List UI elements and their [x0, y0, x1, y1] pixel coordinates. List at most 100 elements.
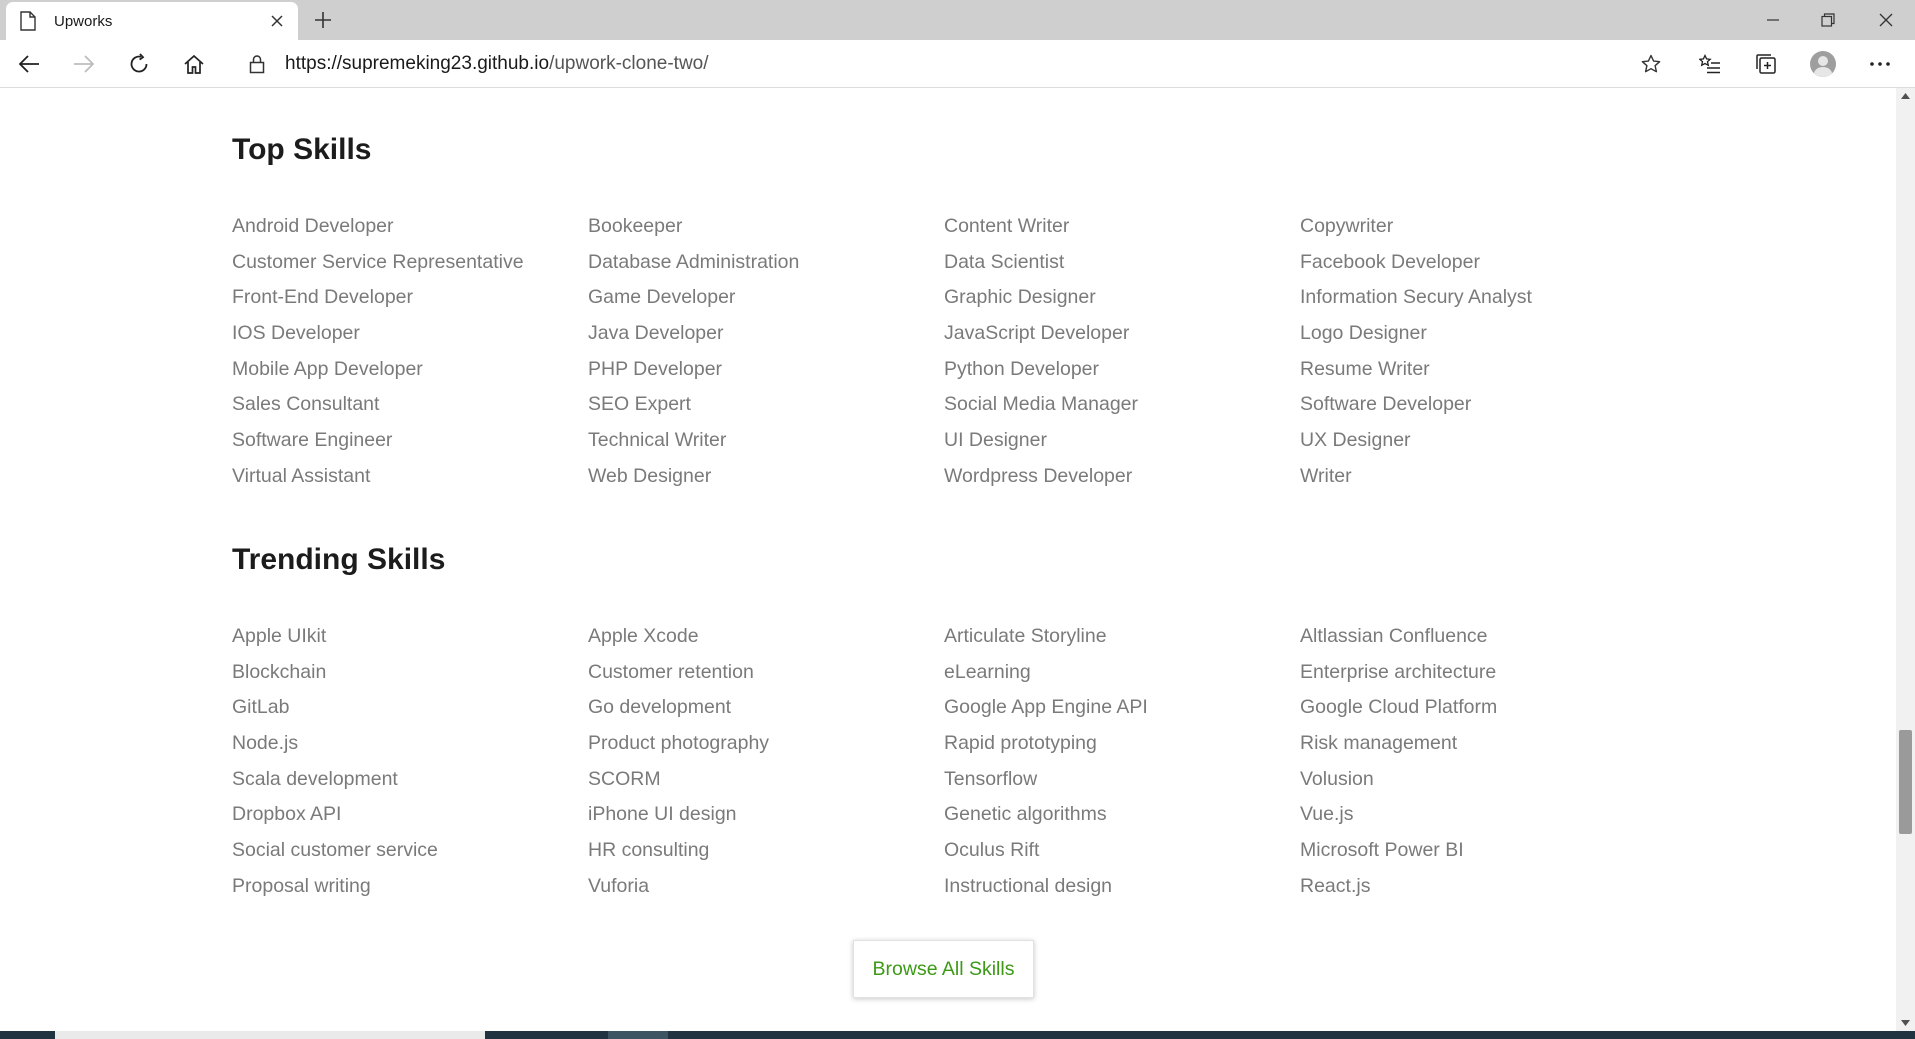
scroll-down-arrow-icon[interactable]: [1896, 1015, 1915, 1031]
skill-link[interactable]: Enterprise architecture: [1300, 661, 1662, 697]
skill-link[interactable]: Wordpress Developer: [944, 465, 1300, 501]
scrollbar-thumb[interactable]: [1899, 730, 1912, 834]
browser-toolbar: https://supremeking23.github.io/upwork-c…: [0, 40, 1915, 88]
skill-link[interactable]: Technical Writer: [588, 429, 944, 465]
skill-link[interactable]: Content Writer: [944, 215, 1300, 251]
skill-link[interactable]: Risk management: [1300, 732, 1662, 768]
profile-icon[interactable]: [1805, 48, 1841, 80]
taskbar-search-box[interactable]: [55, 1031, 485, 1039]
trending-skills-grid: Apple UIkit Apple Xcode Articulate Story…: [232, 625, 1662, 911]
favorites-list-icon[interactable]: [1692, 48, 1728, 80]
minimize-icon[interactable]: [1745, 0, 1800, 40]
skill-link[interactable]: Facebook Developer: [1300, 251, 1662, 287]
skill-link[interactable]: Scala development: [232, 768, 588, 804]
skill-link[interactable]: Proposal writing: [232, 875, 588, 911]
url-path: /upwork-clone-two/: [549, 53, 709, 74]
skill-link[interactable]: Vue.js: [1300, 803, 1662, 839]
skill-link[interactable]: Customer Service Representative: [232, 251, 588, 287]
skill-link[interactable]: Logo Designer: [1300, 322, 1662, 358]
skill-link[interactable]: Microsoft Power BI: [1300, 839, 1662, 875]
restore-icon[interactable]: [1800, 0, 1855, 40]
skill-link[interactable]: Apple UIkit: [232, 625, 588, 661]
skill-link[interactable]: Rapid prototyping: [944, 732, 1300, 768]
address-bar[interactable]: https://supremeking23.github.io/upwork-c…: [231, 45, 1675, 83]
forward-icon[interactable]: [67, 48, 101, 80]
skill-link[interactable]: UX Designer: [1300, 429, 1662, 465]
skill-link[interactable]: Graphic Designer: [944, 286, 1300, 322]
skill-link[interactable]: Oculus Rift: [944, 839, 1300, 875]
skill-link[interactable]: Front-End Developer: [232, 286, 588, 322]
skill-link[interactable]: Software Developer: [1300, 393, 1662, 429]
skill-link[interactable]: Genetic algorithms: [944, 803, 1300, 839]
skill-link[interactable]: Tensorflow: [944, 768, 1300, 804]
url-host: https://supremeking23.github.io: [285, 53, 550, 74]
skill-link[interactable]: Copywriter: [1300, 215, 1662, 251]
skill-link[interactable]: Database Administration: [588, 251, 944, 287]
skill-link[interactable]: Go development: [588, 696, 944, 732]
skill-link[interactable]: Articulate Storyline: [944, 625, 1300, 661]
skill-link[interactable]: Sales Consultant: [232, 393, 588, 429]
home-icon[interactable]: [177, 48, 211, 80]
skill-link[interactable]: Instructional design: [944, 875, 1300, 911]
skill-link[interactable]: Web Designer: [588, 465, 944, 501]
top-skills-heading: Top Skills: [232, 133, 372, 166]
close-tab-icon[interactable]: [266, 10, 288, 32]
skill-link[interactable]: React.js: [1300, 875, 1662, 911]
close-window-icon[interactable]: [1858, 0, 1913, 40]
trending-skills-heading: Trending Skills: [232, 543, 446, 576]
skill-link[interactable]: Blockchain: [232, 661, 588, 697]
skill-link[interactable]: Google Cloud Platform: [1300, 696, 1662, 732]
page-scrollbar[interactable]: [1896, 88, 1915, 1031]
skill-link[interactable]: IOS Developer: [232, 322, 588, 358]
more-menu-icon[interactable]: [1862, 48, 1898, 80]
skill-link[interactable]: Google App Engine API: [944, 696, 1300, 732]
tab-title: Upworks: [54, 12, 113, 30]
skill-link[interactable]: Volusion: [1300, 768, 1662, 804]
skill-link[interactable]: Apple Xcode: [588, 625, 944, 661]
skill-link[interactable]: eLearning: [944, 661, 1300, 697]
lock-icon: [249, 53, 269, 75]
skill-link[interactable]: SCORM: [588, 768, 944, 804]
skill-link[interactable]: Mobile App Developer: [232, 358, 588, 394]
browser-tab[interactable]: Upworks: [6, 2, 298, 40]
collections-icon[interactable]: [1748, 48, 1784, 80]
skill-link[interactable]: Virtual Assistant: [232, 465, 588, 501]
skill-link[interactable]: Product photography: [588, 732, 944, 768]
skill-link[interactable]: Game Developer: [588, 286, 944, 322]
skill-link[interactable]: Python Developer: [944, 358, 1300, 394]
skill-link[interactable]: Social Media Manager: [944, 393, 1300, 429]
skill-link[interactable]: Bookeeper: [588, 215, 944, 251]
page-icon: [20, 11, 38, 31]
skill-link[interactable]: Java Developer: [588, 322, 944, 358]
taskbar-app-button[interactable]: [608, 1031, 668, 1039]
skill-link[interactable]: SEO Expert: [588, 393, 944, 429]
skill-link[interactable]: Software Engineer: [232, 429, 588, 465]
skill-link[interactable]: Data Scientist: [944, 251, 1300, 287]
favorite-star-icon[interactable]: [1633, 46, 1669, 82]
skill-link[interactable]: UI Designer: [944, 429, 1300, 465]
skill-link[interactable]: Vuforia: [588, 875, 944, 911]
skill-link[interactable]: Android Developer: [232, 215, 588, 251]
scroll-up-arrow-icon[interactable]: [1896, 88, 1915, 104]
skill-link[interactable]: GitLab: [232, 696, 588, 732]
top-skills-grid: Android Developer Bookeeper Content Writ…: [232, 215, 1662, 501]
refresh-icon[interactable]: [122, 48, 156, 80]
new-tab-icon[interactable]: [309, 8, 337, 32]
skill-link[interactable]: Dropbox API: [232, 803, 588, 839]
url-text: https://supremeking23.github.io/upwork-c…: [285, 53, 1633, 75]
skill-link[interactable]: Node.js: [232, 732, 588, 768]
skill-link[interactable]: Information Secury Analyst: [1300, 286, 1662, 322]
skill-link[interactable]: JavaScript Developer: [944, 322, 1300, 358]
back-icon[interactable]: [12, 48, 46, 80]
browse-all-skills-button[interactable]: Browse All Skills: [853, 940, 1034, 998]
avatar: [1810, 51, 1836, 77]
skill-link[interactable]: iPhone UI design: [588, 803, 944, 839]
skill-link[interactable]: Writer: [1300, 465, 1662, 501]
skill-link[interactable]: Social customer service: [232, 839, 588, 875]
skill-link[interactable]: PHP Developer: [588, 358, 944, 394]
os-taskbar: [0, 1031, 1915, 1039]
skill-link[interactable]: Customer retention: [588, 661, 944, 697]
skill-link[interactable]: Resume Writer: [1300, 358, 1662, 394]
skill-link[interactable]: Altlassian Confluence: [1300, 625, 1662, 661]
skill-link[interactable]: HR consulting: [588, 839, 944, 875]
